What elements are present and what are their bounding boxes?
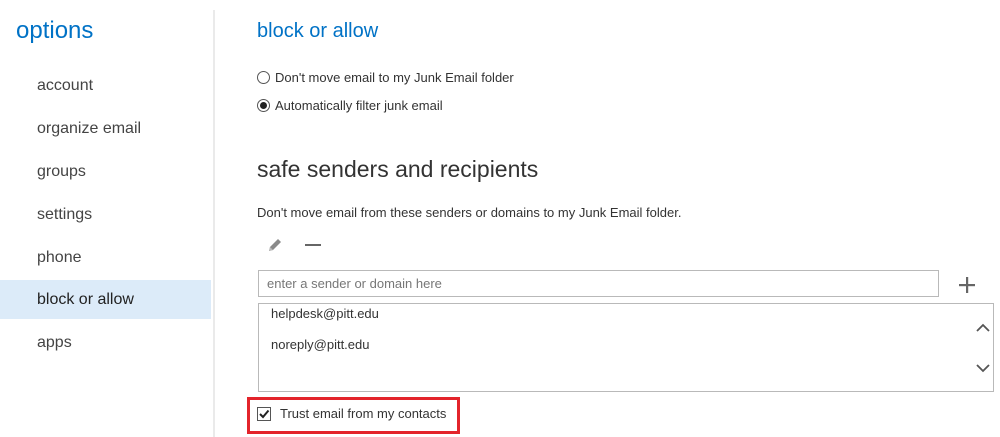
- main-panel: block or allow Don't move email to my Ju…: [215, 0, 1000, 437]
- nav-item-settings[interactable]: settings: [0, 195, 211, 234]
- list-item[interactable]: noreply@pitt.edu: [271, 337, 369, 352]
- radio-label: Don't move email to my Junk Email folder: [275, 69, 514, 85]
- trust-contacts-label: Trust email from my contacts: [280, 406, 447, 421]
- safe-senders-heading: safe senders and recipients: [257, 156, 539, 182]
- radio-auto-filter-junk[interactable]: Automatically filter junk email: [257, 95, 443, 115]
- nav-item-account[interactable]: account: [0, 66, 211, 105]
- pencil-icon[interactable]: [264, 234, 286, 256]
- trust-contacts-checkbox[interactable]: [257, 406, 271, 421]
- trust-contacts-option[interactable]: Trust email from my contacts: [257, 406, 446, 421]
- radio-label: Automatically filter junk email: [275, 97, 443, 113]
- page-title: block or allow: [257, 20, 379, 42]
- nav-item-apps[interactable]: apps: [0, 323, 211, 362]
- checkmark-icon: [259, 409, 270, 418]
- list-item[interactable]: helpdesk@pitt.edu: [271, 306, 379, 321]
- minus-icon[interactable]: [302, 234, 324, 256]
- nav-item-organize-email[interactable]: organize email: [0, 109, 211, 148]
- chevron-up-icon[interactable]: [975, 320, 991, 336]
- nav-item-phone[interactable]: phone: [0, 238, 211, 277]
- radio-button-selected[interactable]: [257, 98, 270, 112]
- nav-item-block-or-allow[interactable]: block or allow: [0, 280, 211, 319]
- radio-dont-move-junk[interactable]: Don't move email to my Junk Email folder: [257, 67, 514, 87]
- nav-item-groups[interactable]: groups: [0, 152, 211, 191]
- chevron-down-icon[interactable]: [975, 360, 991, 376]
- radio-button-unselected[interactable]: [257, 70, 270, 84]
- safe-senders-description: Don't move email from these senders or d…: [257, 205, 682, 220]
- options-sidebar: options account organize email groups se…: [0, 0, 213, 437]
- sender-domain-input[interactable]: [258, 270, 939, 297]
- sidebar-title: options: [16, 17, 94, 44]
- plus-icon[interactable]: [955, 273, 979, 297]
- safe-senders-list[interactable]: helpdesk@pitt.edu noreply@pitt.edu: [258, 303, 994, 392]
